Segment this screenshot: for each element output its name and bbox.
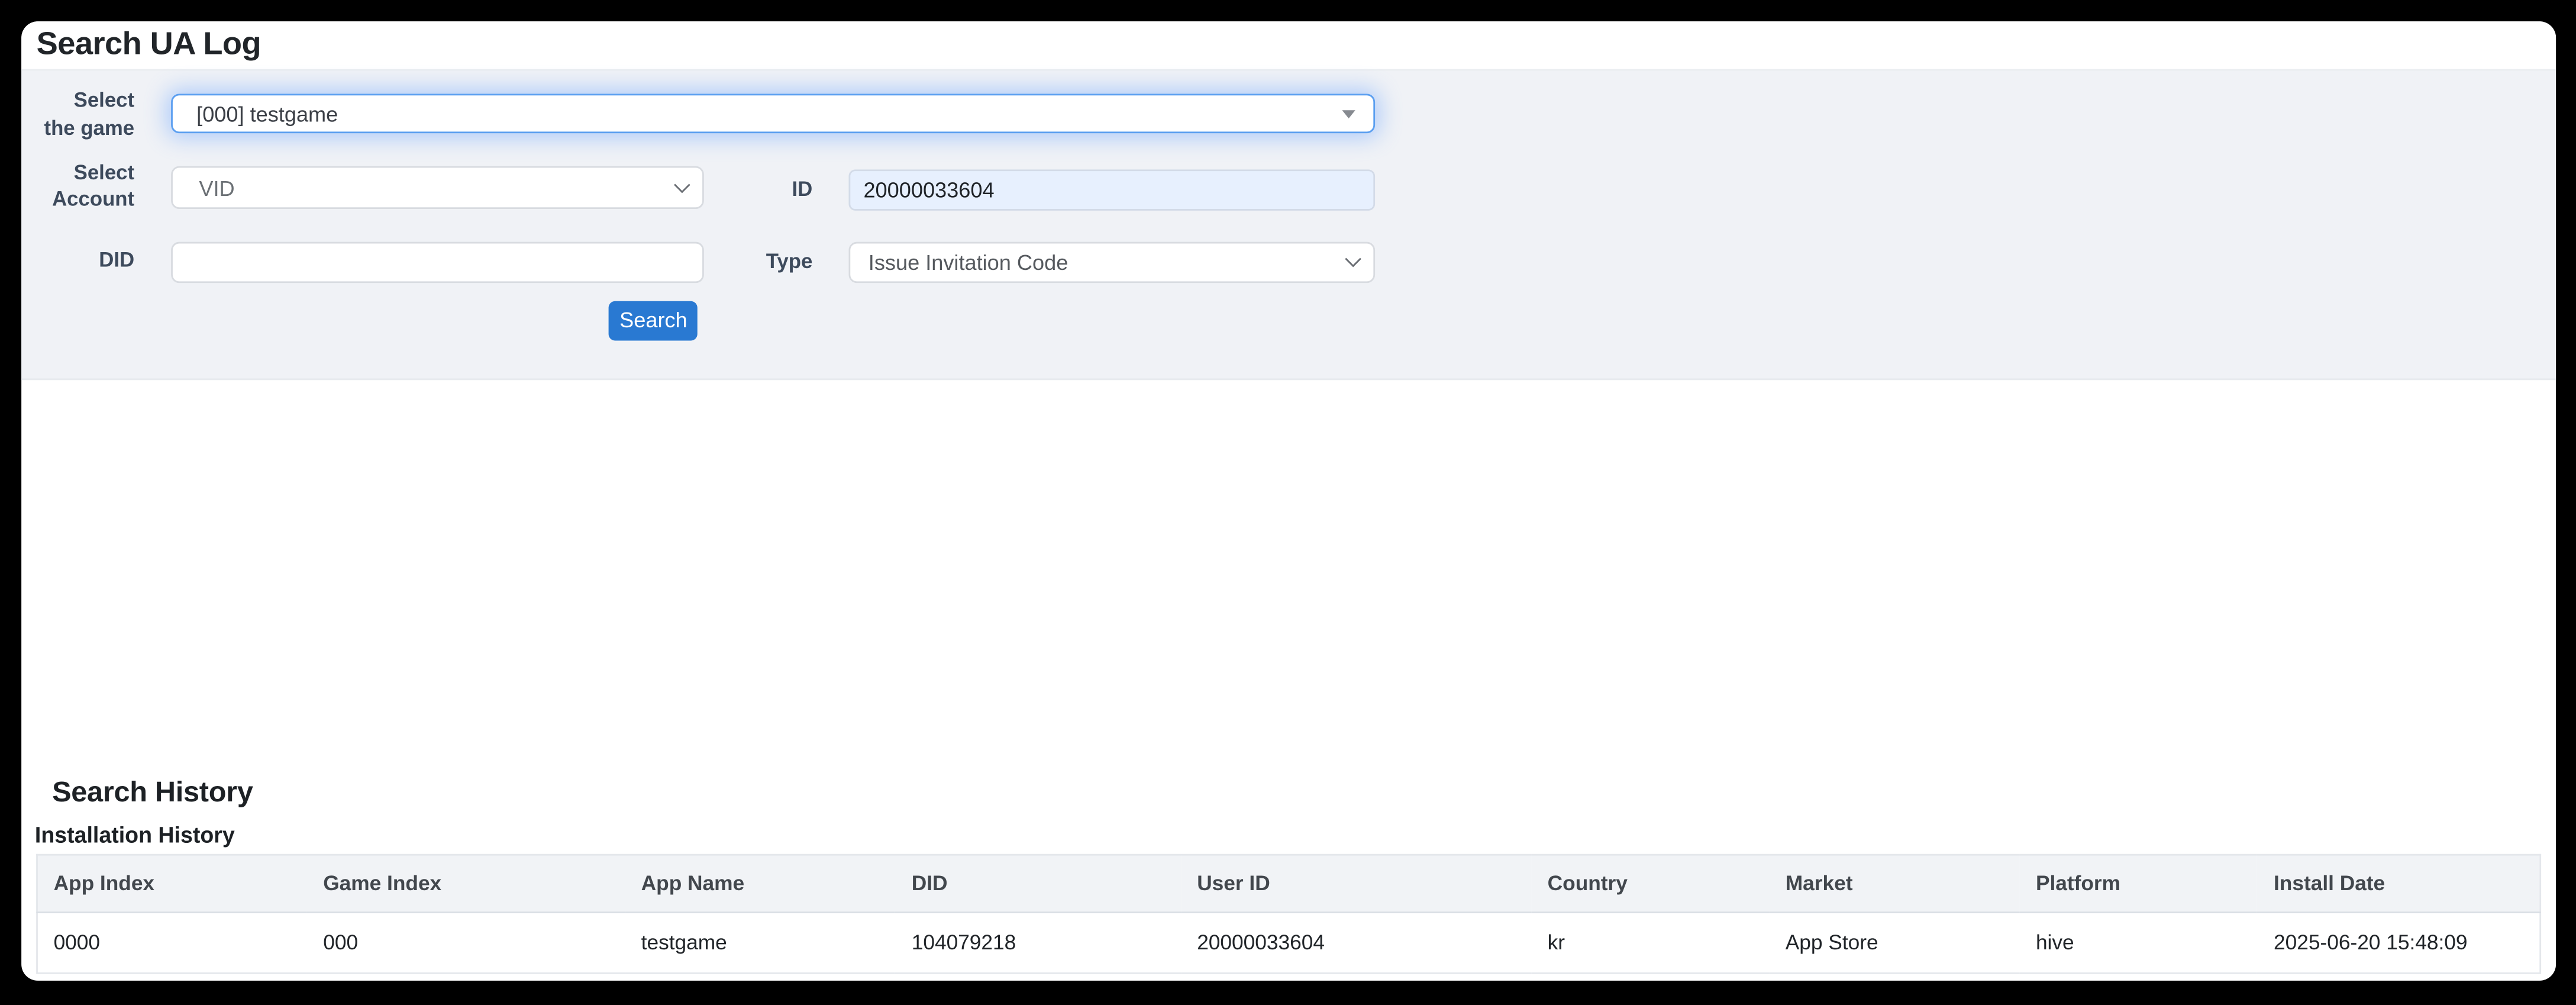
type-select[interactable]: Issue Invitation Code bbox=[848, 242, 1375, 284]
column-header: Platform bbox=[2019, 855, 2257, 912]
id-input[interactable] bbox=[848, 170, 1375, 211]
game-select[interactable]: [000] testgame bbox=[171, 94, 1374, 134]
game-select-value: [000] testgame bbox=[196, 102, 338, 127]
page: Search UA Log Select the game [000] test… bbox=[0, 0, 2576, 1005]
select-game-label: Select the game bbox=[22, 88, 134, 143]
column-header: DID bbox=[895, 855, 1180, 912]
search-form: Select the game [000] testgame Select Ac… bbox=[22, 70, 2555, 380]
cell-did: 104079218 bbox=[895, 912, 1180, 973]
page-title: Search UA Log bbox=[37, 26, 261, 64]
select-account-label: Select Account bbox=[22, 159, 134, 213]
cell-app-name: testgame bbox=[625, 912, 895, 973]
did-label: DID bbox=[22, 247, 134, 275]
column-header: App Index bbox=[36, 855, 306, 912]
installation-history-table: App Index Game Index App Name DID User I… bbox=[35, 853, 2541, 974]
chevron-down-icon bbox=[673, 176, 690, 194]
table-row: 0000 000 testgame 104079218 20000033604 … bbox=[36, 912, 2540, 973]
search-button[interactable]: Search bbox=[609, 301, 698, 341]
column-header: Country bbox=[1531, 855, 1769, 912]
chevron-down-icon bbox=[1344, 251, 1361, 268]
table-header-row: App Index Game Index App Name DID User I… bbox=[36, 855, 2540, 912]
cell-app-index: 0000 bbox=[36, 912, 306, 973]
did-input[interactable] bbox=[171, 241, 704, 282]
column-header: Market bbox=[1769, 855, 2019, 912]
column-header: Game Index bbox=[306, 855, 624, 912]
cell-game-index: 000 bbox=[306, 912, 624, 973]
card-header: Search UA Log bbox=[22, 21, 2555, 70]
search-history-title: Search History bbox=[52, 776, 253, 810]
cell-platform: hive bbox=[2019, 912, 2257, 973]
account-select[interactable]: VID bbox=[171, 167, 704, 209]
dropdown-arrow-icon bbox=[1341, 110, 1354, 118]
column-header: User ID bbox=[1180, 855, 1531, 912]
column-header: Install Date bbox=[2257, 855, 2540, 912]
cell-install-date: 2025-06-20 15:48:09 bbox=[2257, 912, 2540, 973]
search-ua-log-card: Search UA Log Select the game [000] test… bbox=[22, 21, 2555, 981]
cell-country: kr bbox=[1531, 912, 1769, 973]
account-select-value: VID bbox=[199, 176, 234, 201]
id-label: ID bbox=[698, 177, 813, 204]
cell-market: App Store bbox=[1769, 912, 2019, 973]
column-header: App Name bbox=[625, 855, 895, 912]
type-label: Type bbox=[698, 249, 813, 276]
type-select-value: Issue Invitation Code bbox=[869, 250, 1069, 275]
installation-history-title: Installation History bbox=[35, 823, 235, 848]
cell-user-id: 20000033604 bbox=[1180, 912, 1531, 973]
